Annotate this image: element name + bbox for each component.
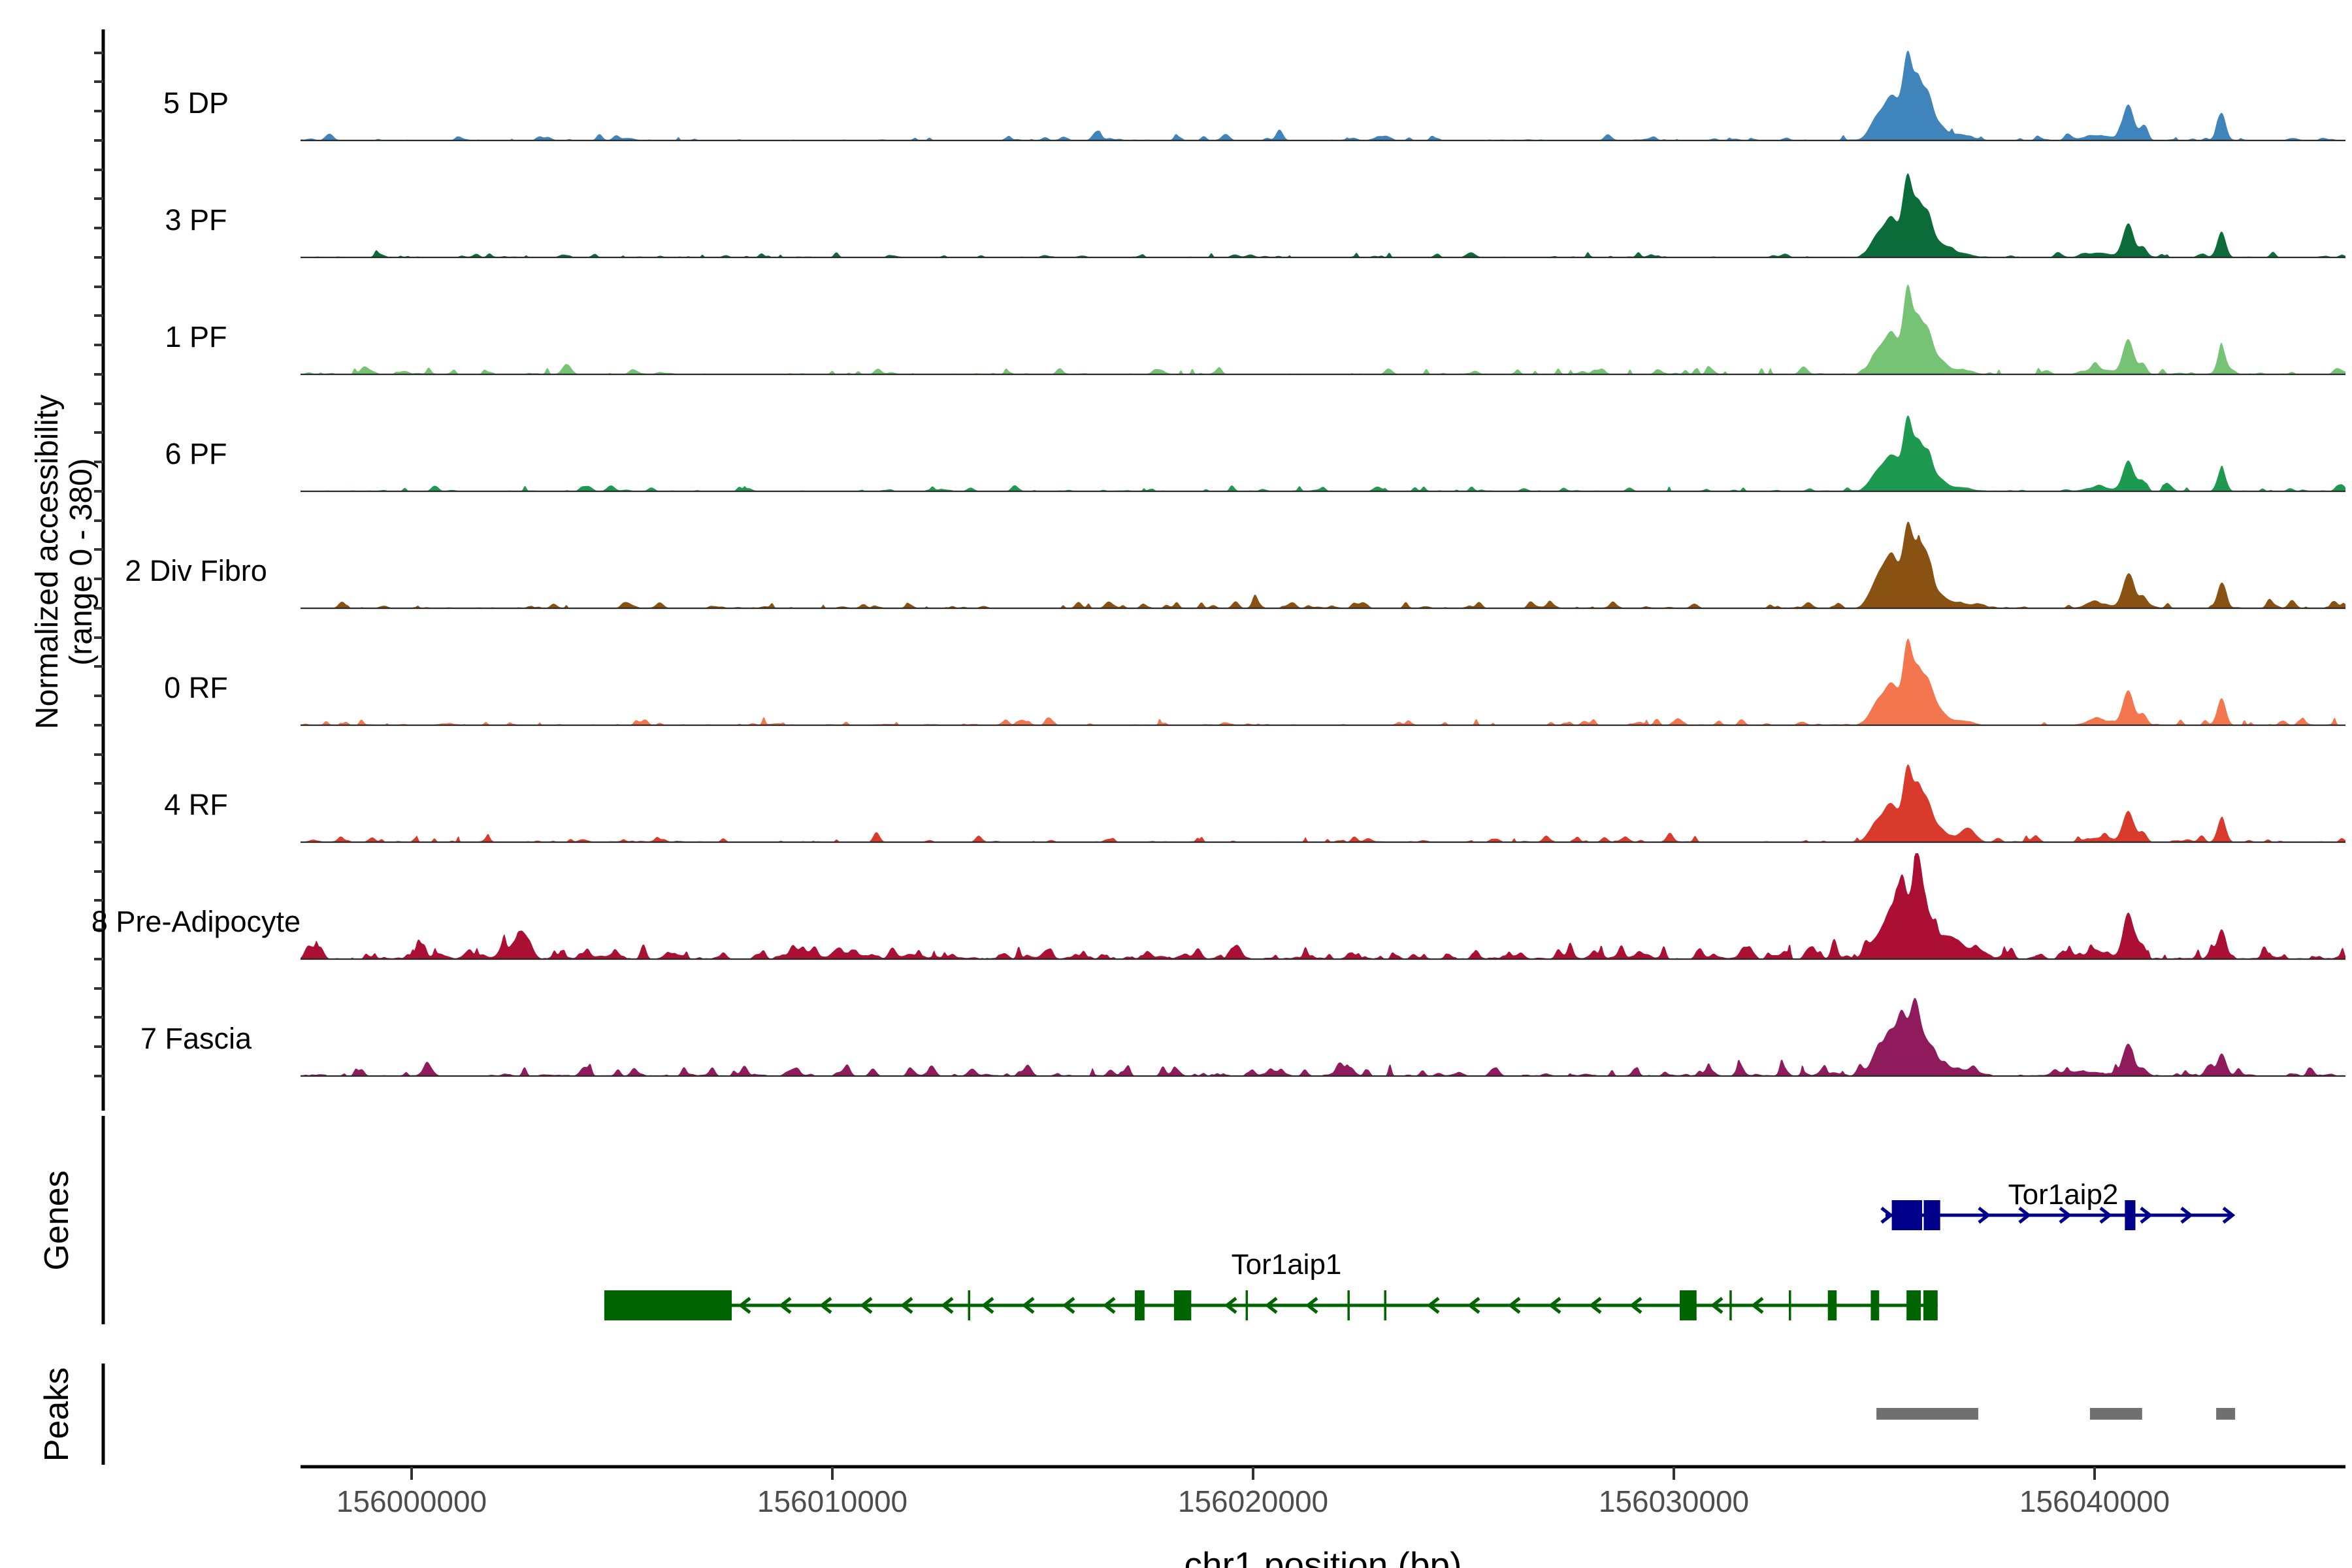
x-tick-label-156010000: 156010000 (757, 1484, 907, 1518)
signal-tracks-layer (301, 50, 2345, 1076)
x-tick-label-156000000: 156000000 (336, 1484, 487, 1518)
exon-block (1870, 1290, 1879, 1320)
track-label-7-fascia: 7 Fascia (140, 1022, 252, 1055)
signal-area-5-dp (301, 50, 2345, 140)
signal-area-4-rf (301, 764, 2345, 842)
exon-tick (968, 1290, 971, 1320)
signal-area-8-pre-adipocyte (301, 853, 2345, 959)
signal-area-0-rf (301, 638, 2345, 725)
exon-block (1923, 1290, 1938, 1320)
track-label-1-pf: 1 PF (165, 320, 227, 353)
track-label-8-pre-adipocyte: 8 Pre-Adipocyte (91, 905, 301, 938)
exon-block (1924, 1200, 1940, 1230)
x-axis-layer (301, 1467, 2345, 1480)
y-axis-layer (94, 29, 103, 1465)
gene-label-tor1aip2: Tor1aip2 (2008, 1179, 2119, 1211)
genes-section-label: Genes (38, 1170, 76, 1270)
signal-area-1-pf (301, 284, 2345, 374)
peak-interval (2216, 1408, 2235, 1420)
exon-block (1135, 1290, 1145, 1320)
exon-block (1906, 1290, 1921, 1320)
signal-area-7-fascia (301, 998, 2345, 1076)
x-axis-title: chr1 position (bp) (1184, 1544, 1462, 1568)
peaks-section-label: Peaks (38, 1367, 76, 1462)
x-tick-label-156040000: 156040000 (2019, 1484, 2170, 1518)
signal-area-6-pf (301, 416, 2345, 491)
exon-tick (1246, 1290, 1249, 1320)
x-tick-label-156020000: 156020000 (1178, 1484, 1328, 1518)
coverage-plot-svg: 5 DP 3 PF 1 PF 6 PF 2 Div Fibro 0 RF 4 R… (0, 0, 2352, 1568)
exon-block (1828, 1290, 1837, 1320)
signal-area-3-pf (301, 173, 2345, 257)
signal-area-2-div-fibro (301, 521, 2345, 608)
exon-tick (1384, 1290, 1386, 1320)
exon-block (604, 1290, 732, 1320)
exon-block (2125, 1200, 2135, 1230)
track-label-2-div-fibro: 2 Div Fibro (125, 554, 267, 587)
track-label-4-rf: 4 RF (164, 788, 228, 821)
exon-block (1174, 1290, 1191, 1320)
track-label-3-pf: 3 PF (165, 203, 227, 237)
y-axis-title-line1: Normalized accessibility (30, 395, 65, 729)
gene-models-layer (604, 1200, 2232, 1320)
exon-tick (1347, 1290, 1350, 1320)
x-tick-label-156030000: 156030000 (1599, 1484, 1749, 1518)
peak-interval (2090, 1408, 2142, 1420)
coverage-plot-figure: 5 DP 3 PF 1 PF 6 PF 2 Div Fibro 0 RF 4 R… (0, 0, 2352, 1568)
exon-tick (1729, 1290, 1732, 1320)
track-label-6-pf: 6 PF (165, 437, 227, 470)
peak-interval (1876, 1408, 1978, 1420)
gene-model-tor1aip1 (604, 1290, 1938, 1320)
exon-tick (1789, 1290, 1791, 1320)
track-label-5-dp: 5 DP (163, 86, 229, 120)
exon-block (1892, 1200, 1922, 1230)
y-axis-title-line2: (range 0 - 380) (64, 458, 99, 666)
gene-label-tor1aip1: Tor1aip1 (1232, 1249, 1342, 1281)
peaks-layer (1876, 1408, 2235, 1420)
exon-block (1680, 1290, 1697, 1320)
track-label-0-rf: 0 RF (164, 671, 228, 704)
